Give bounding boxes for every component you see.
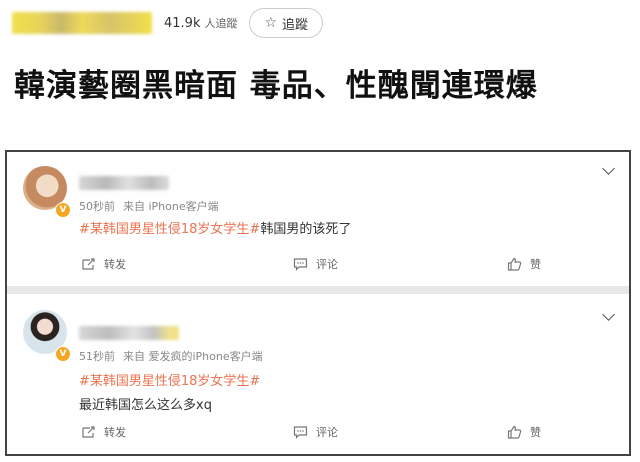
post-text: #某韩国男星性侵18岁女学生#韩国男的该死了 — [79, 218, 351, 237]
comment-button[interactable]: 评论 — [293, 424, 338, 440]
post-meta: 50秒前 来自 iPhone客户端 — [79, 198, 219, 214]
followers-count: 41.9k 人追蹤 — [164, 16, 238, 31]
chevron-down-icon[interactable] — [602, 162, 615, 175]
page-title: 韓演藝圈黑暗面 毒品、性醜聞連環爆 — [14, 68, 538, 104]
repost-label: 转发 — [104, 426, 126, 439]
post-content: 韩国男的该死了 — [260, 222, 352, 237]
comment-button[interactable]: 评论 — [293, 256, 338, 272]
like-button[interactable]: 赞 — [507, 256, 541, 272]
header: 41.9k 人追蹤 ☆ 追蹤 — [12, 8, 324, 38]
post-card: V 50秒前 来自 iPhone客户端 #某韩国男星性侵18岁女学生#韩国男的该死… — [7, 152, 629, 286]
repost-button[interactable]: 转发 — [81, 256, 126, 272]
blurred-username[interactable] — [79, 176, 169, 190]
post-actions: 转发 评论 赞 — [7, 424, 629, 444]
post-time: 51秒前 — [79, 350, 115, 363]
post-time: 50秒前 — [79, 200, 115, 213]
follow-button[interactable]: ☆ 追蹤 — [249, 8, 324, 38]
like-button[interactable]: 赞 — [507, 424, 541, 440]
chevron-down-icon[interactable] — [602, 308, 615, 321]
blurred-account-name[interactable] — [12, 12, 152, 34]
like-label: 赞 — [530, 426, 541, 439]
post-meta: 51秒前 来自 爱发疯的iPhone客户端 — [79, 348, 263, 364]
like-icon — [507, 425, 522, 439]
post-hashtag: #某韩国男星性侵18岁女学生# — [79, 370, 260, 389]
repost-button[interactable]: 转发 — [81, 424, 126, 440]
like-label: 赞 — [530, 258, 541, 271]
hashtag-link[interactable]: #某韩国男星性侵18岁女学生# — [79, 374, 260, 389]
post-source: 来自 爱发疯的iPhone客户端 — [123, 350, 263, 363]
verified-badge-icon: V — [55, 346, 71, 362]
post-actions: 转发 评论 赞 — [7, 256, 629, 276]
comment-label: 评论 — [316, 258, 338, 271]
follow-button-label: 追蹤 — [282, 17, 309, 33]
post-card: V 51秒前 来自 爱发疯的iPhone客户端 #某韩国男星性侵18岁女学生# 最… — [7, 294, 629, 454]
comment-icon — [293, 258, 308, 271]
embedded-weibo-feed: V 50秒前 来自 iPhone客户端 #某韩国男星性侵18岁女学生#韩国男的该死… — [5, 150, 631, 456]
comment-icon — [293, 426, 308, 439]
repost-label: 转发 — [104, 258, 126, 271]
repost-icon — [82, 426, 95, 438]
repost-icon — [82, 258, 95, 270]
post-content: 最近韩国怎么这么多xq — [79, 398, 212, 413]
verified-badge-icon: V — [55, 202, 71, 218]
post-source: 来自 iPhone客户端 — [123, 200, 219, 213]
hashtag-link[interactable]: #某韩国男星性侵18岁女学生# — [79, 222, 260, 237]
comment-label: 评论 — [316, 426, 338, 439]
star-icon: ☆ — [264, 15, 278, 31]
like-icon — [507, 257, 522, 271]
blurred-username[interactable] — [79, 326, 179, 340]
